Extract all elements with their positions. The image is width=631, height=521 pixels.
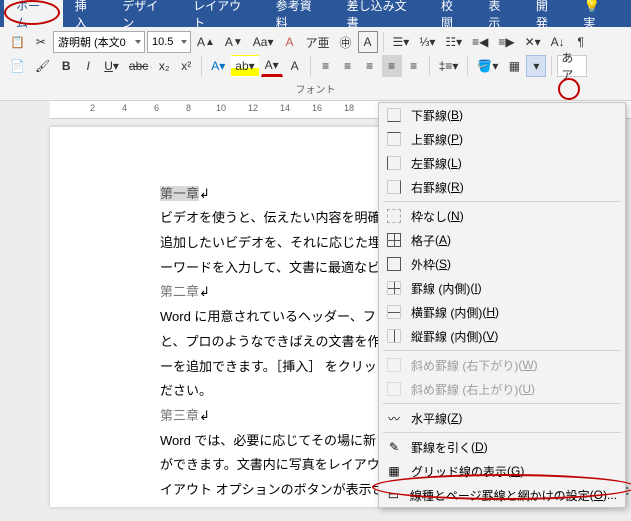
chapter-1-heading: 第一章 [160, 186, 199, 201]
align-right-icon[interactable]: ≡ [360, 55, 380, 77]
tab-mailings[interactable]: 差し込み文書 [335, 0, 429, 36]
line-spacing-icon[interactable]: ‡≡▾ [435, 55, 463, 77]
menu-diagonal-up: 斜め罫線 (右上がり)(U) [379, 377, 625, 401]
subscript-button[interactable]: x₂ [154, 55, 174, 77]
menu-inside-borders[interactable]: 罫線 (内側)(I) [379, 276, 625, 300]
tab-developer[interactable]: 開発 [524, 0, 571, 36]
bold-button[interactable]: B [56, 55, 76, 77]
menu-right-border[interactable]: 右罫線(R) [379, 175, 625, 199]
ribbon-body: 📋 ✂ 游明朝 (本文0 10.5 A▲ A▼ Aa▾ A ア亜 ㊥ A ☰▾ … [0, 27, 631, 101]
menu-inside-horizontal[interactable]: 横罫線 (内側)(H) [379, 300, 625, 324]
styles-icon[interactable]: あア [557, 55, 587, 77]
highlight-icon[interactable]: ab▾ [231, 55, 258, 77]
borders-button[interactable]: ▦ [504, 55, 524, 77]
tab-view[interactable]: 表示 [476, 0, 523, 36]
superscript-button[interactable]: x² [176, 55, 196, 77]
shading-icon[interactable]: 🪣▾ [473, 55, 502, 77]
font-size-select[interactable]: 10.5 [147, 31, 191, 53]
menu-borders-and-shading[interactable]: ▭線種とページ罫線と網かけの設定(O)... [379, 483, 625, 507]
menu-no-border[interactable]: 枠なし(N) [379, 204, 625, 228]
group-label-font: フォント [6, 79, 625, 100]
menu-all-borders[interactable]: 格子(A) [379, 228, 625, 252]
char-shading-icon[interactable]: A [285, 55, 305, 77]
menu-horizontal-line[interactable]: 〰水平線(Z) [379, 406, 625, 430]
strike-button[interactable]: abc [125, 55, 152, 77]
menu-inside-vertical[interactable]: 縦罫線 (内側)(V) [379, 324, 625, 348]
menu-view-gridlines[interactable]: ▦グリッド線の表示(G) [379, 459, 625, 483]
borders-dropdown-menu: 下罫線(B) 上罫線(P) 左罫線(L) 右罫線(R) 枠なし(N) 格子(A)… [378, 102, 626, 508]
align-justify-icon[interactable]: ≡ [382, 55, 402, 77]
font-color-icon[interactable]: A▾ [261, 55, 283, 77]
tell-me[interactable]: 💡実 [571, 0, 627, 36]
tab-references[interactable]: 参考資料 [264, 0, 335, 36]
underline-button[interactable]: U▾ [100, 55, 123, 77]
chapter-3-heading: 第三章 [160, 408, 199, 423]
copy-icon[interactable]: 📄 [6, 55, 29, 77]
tab-layout[interactable]: レイアウト [181, 0, 264, 36]
ribbon-tabs: ホーム 挿入 デザイン レイアウト 参考資料 差し込み文書 校閲 表示 開発 💡… [0, 0, 631, 27]
align-left-icon[interactable]: ≡ [316, 55, 336, 77]
menu-left-border[interactable]: 左罫線(L) [379, 151, 625, 175]
menu-outside-borders[interactable]: 外枠(S) [379, 252, 625, 276]
text-effects-icon[interactable]: A▾ [207, 55, 229, 77]
chapter-2-heading: 第二章 [160, 284, 199, 299]
menu-draw-border[interactable]: ✎罫線を引く(D) [379, 435, 625, 459]
tab-review[interactable]: 校閲 [429, 0, 476, 36]
font-name-select[interactable]: 游明朝 (本文0 [53, 31, 145, 53]
align-center-icon[interactable]: ≡ [338, 55, 358, 77]
italic-button[interactable]: I [78, 55, 98, 77]
menu-diagonal-down: 斜め罫線 (右下がり)(W) [379, 353, 625, 377]
borders-dropdown-button[interactable]: ▾ [526, 55, 546, 77]
distribute-icon[interactable]: ≡ [404, 55, 424, 77]
menu-bottom-border[interactable]: 下罫線(B) [379, 103, 625, 127]
format-painter-icon[interactable]: 🖌 [31, 55, 54, 77]
menu-top-border[interactable]: 上罫線(P) [379, 127, 625, 151]
